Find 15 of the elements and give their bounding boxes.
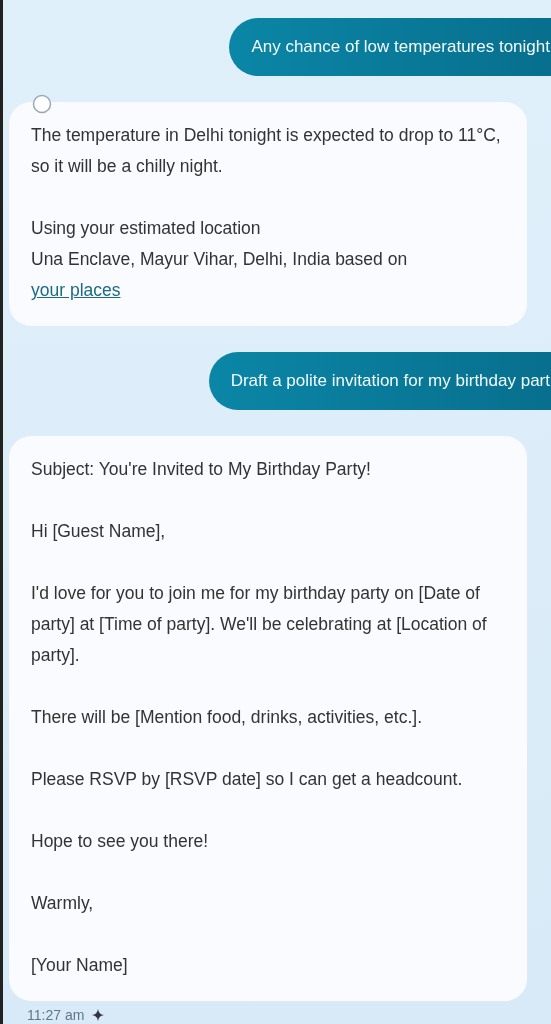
message-paragraph: Hope to see you there! bbox=[31, 830, 210, 853]
message-paragraph: [Your Name] bbox=[31, 954, 129, 977]
message-paragraph: Subject: You're Invited to My Birthday Party! bbox=[31, 458, 372, 481]
message-paragraph: Using your estimated location Una Enclave, Mayur Vihar, Delhi, India based on your places bbox=[31, 217, 409, 302]
user-message: Draft a polite invitation for my birthday part bbox=[208, 352, 551, 410]
your-places-link[interactable]: your places bbox=[31, 280, 121, 300]
message-paragraph: The temperature in Delhi tonight is expected to drop to 11°C, so it will be a chilly night. bbox=[31, 124, 502, 178]
user-message: Any chance of low temperatures tonight bbox=[229, 18, 551, 76]
message-paragraph: There will be [Mention food, drinks, activities, etc.]. bbox=[31, 706, 423, 729]
sparkle-icon bbox=[92, 1009, 105, 1021]
message-paragraph: I'd love for you to join me for my birthday party on [Date of party] at [Time of party]. We'll be celebrating at [Location of party]. bbox=[31, 582, 488, 667]
message-paragraph: Warmly, bbox=[31, 892, 95, 915]
message-paragraph: Hi [Guest Name], bbox=[31, 520, 167, 543]
timestamp: 11:27 am bbox=[27, 1007, 85, 1023]
message-paragraph: Please RSVP by [RSVP date] so I can get a headcount. bbox=[31, 768, 464, 791]
